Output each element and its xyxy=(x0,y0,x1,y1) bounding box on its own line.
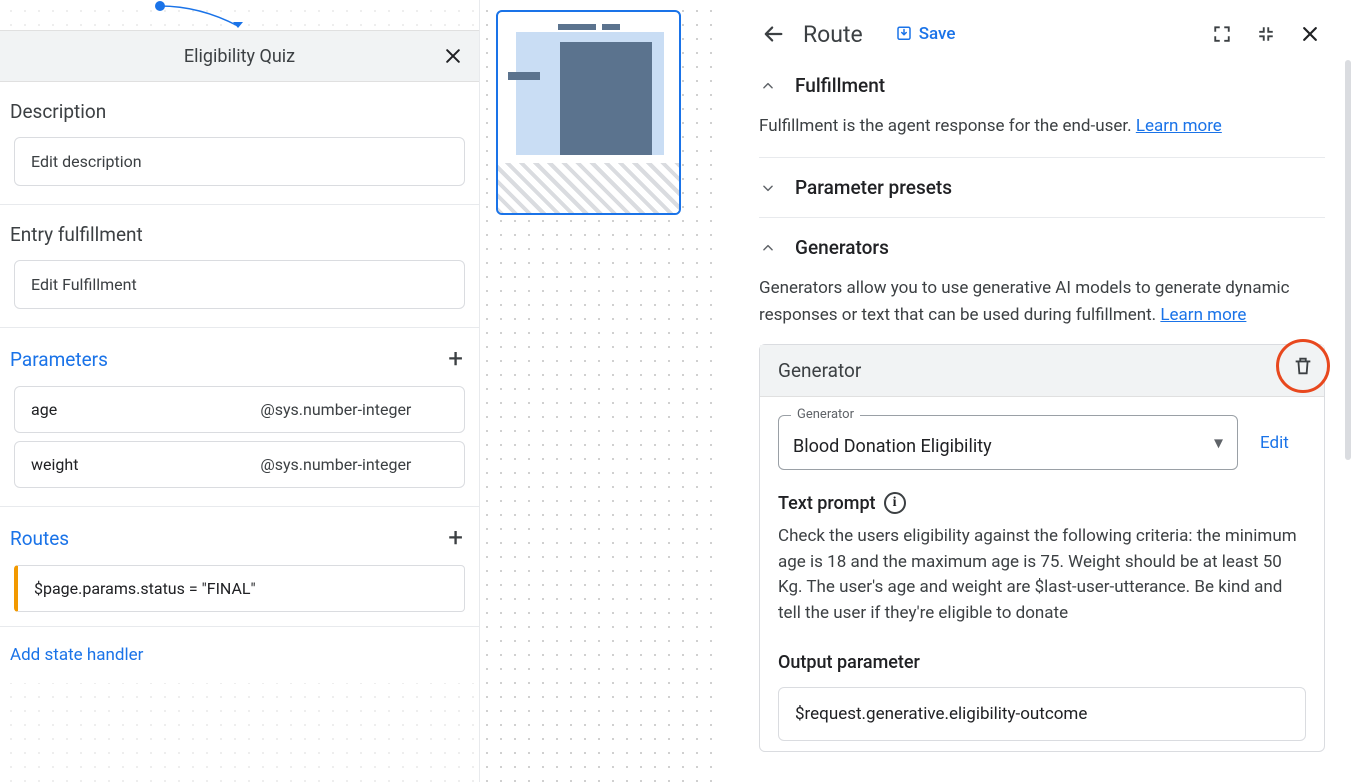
save-button[interactable]: Save xyxy=(895,24,956,44)
parameter-row[interactable]: weight @sys.number-integer xyxy=(14,441,465,488)
page-title: Eligibility Quiz xyxy=(184,46,295,67)
parameter-presets-section: Parameter presets xyxy=(759,158,1325,218)
parameters-heading[interactable]: Parameters + xyxy=(10,346,469,372)
route-title: Route xyxy=(803,21,863,48)
chevron-up-icon xyxy=(759,241,777,255)
add-state-handler-button[interactable]: Add state handler xyxy=(0,627,479,683)
caret-down-icon: ▾ xyxy=(1214,432,1223,453)
chevron-up-icon xyxy=(759,79,777,93)
generators-toggle[interactable]: Generators xyxy=(759,236,1325,259)
fulfillment-section: Fulfillment Fulfillment is the agent res… xyxy=(759,56,1325,158)
generator-select-label: Generator xyxy=(791,407,860,422)
parameter-name: weight xyxy=(31,455,260,474)
delete-generator-button[interactable] xyxy=(1276,339,1330,393)
fulfillment-learn-more-link[interactable]: Learn more xyxy=(1136,116,1222,136)
parameter-presets-toggle[interactable]: Parameter presets xyxy=(759,176,1325,199)
generator-edit-link[interactable]: Edit xyxy=(1260,433,1289,453)
scrollbar[interactable] xyxy=(1345,60,1351,460)
route-header: Route Save xyxy=(759,12,1325,56)
description-heading: Description xyxy=(10,100,469,123)
page-title-bar: Eligibility Quiz xyxy=(0,30,479,82)
info-icon[interactable]: i xyxy=(884,492,906,514)
generators-section: Generators Generators allow you to use g… xyxy=(759,218,1325,766)
generator-card-header: Generator xyxy=(760,345,1324,397)
back-arrow-button[interactable] xyxy=(759,19,789,49)
generator-select-value: Blood Donation Eligibility xyxy=(793,436,992,457)
fulfillment-toggle[interactable]: Fulfillment xyxy=(759,74,1325,97)
generator-select[interactable]: Generator Blood Donation Eligibility ▾ xyxy=(778,415,1238,470)
text-prompt-label: Text prompt xyxy=(778,493,876,514)
flow-connector-area xyxy=(0,0,479,30)
generators-heading: Generators xyxy=(795,236,889,259)
exit-fullscreen-icon[interactable] xyxy=(1251,19,1281,49)
edit-fulfillment-button[interactable]: Edit Fulfillment xyxy=(14,260,465,309)
fulfillment-heading: Fulfillment xyxy=(795,74,885,97)
page-editor-panel: Eligibility Quiz Description Edit descri… xyxy=(0,0,480,782)
text-prompt-label-row: Text prompt i xyxy=(778,492,1306,514)
entry-fulfillment-section: Entry fulfillment Edit Fulfillment xyxy=(0,205,479,328)
generators-learn-more-link[interactable]: Learn more xyxy=(1160,305,1246,325)
text-prompt-content: Check the users eligibility against the … xyxy=(778,524,1306,626)
edit-description-button[interactable]: Edit description xyxy=(14,137,465,186)
parameter-row[interactable]: age @sys.number-integer xyxy=(14,386,465,433)
entry-fulfillment-heading: Entry fulfillment xyxy=(10,223,469,246)
route-detail-panel: Route Save Fulfillment xyxy=(723,0,1353,782)
generators-desc: Generators allow you to use generative A… xyxy=(759,275,1325,328)
minimap-thumbnail[interactable] xyxy=(496,10,681,215)
routes-heading[interactable]: Routes + xyxy=(10,525,469,551)
route-row[interactable]: $page.params.status = "FINAL" xyxy=(14,565,465,612)
chevron-down-icon xyxy=(759,181,777,195)
output-parameter-value[interactable]: $request.generative.eligibility-outcome xyxy=(778,687,1306,741)
output-parameter-label: Output parameter xyxy=(778,652,1306,673)
generator-card: Generator Generator Blood Donation Eligi… xyxy=(759,344,1325,752)
parameter-type: @sys.number-integer xyxy=(260,400,411,419)
close-panel-button[interactable] xyxy=(1295,19,1325,49)
parameter-presets-heading: Parameter presets xyxy=(795,176,952,199)
add-parameter-button[interactable]: + xyxy=(442,346,469,372)
routes-section: Routes + $page.params.status = "FINAL" xyxy=(0,507,479,627)
parameters-section: Parameters + age @sys.number-integer wei… xyxy=(0,328,479,507)
fulfillment-desc: Fulfillment is the agent response for th… xyxy=(759,113,1325,139)
parameter-name: age xyxy=(31,400,260,419)
description-section: Description Edit description xyxy=(0,82,479,205)
fullscreen-icon[interactable] xyxy=(1207,19,1237,49)
parameter-type: @sys.number-integer xyxy=(260,455,411,474)
generator-card-title: Generator xyxy=(778,359,861,382)
canvas-strip xyxy=(480,0,723,782)
close-page-button[interactable] xyxy=(439,42,467,70)
add-route-button[interactable]: + xyxy=(442,525,469,551)
